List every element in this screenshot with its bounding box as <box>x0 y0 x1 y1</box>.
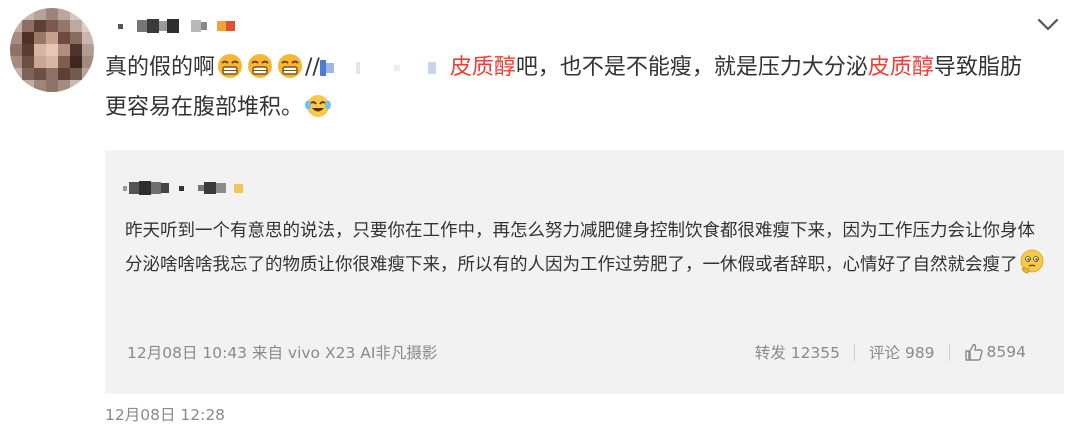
quoted-username-blurred[interactable] <box>123 179 243 197</box>
thinking-face-emoji <box>1019 249 1045 287</box>
username-blurred[interactable] <box>118 16 235 36</box>
quoted-post-source: 12月08日 10:43 来自 vivo X23 AI非凡摄影 <box>127 344 438 362</box>
chevron-down-icon[interactable] <box>1037 18 1059 32</box>
repost-button[interactable]: 转发 12355 <box>755 341 840 363</box>
grimacing-emoji <box>246 53 274 90</box>
topic-keyword-link-2[interactable]: 皮质醇 <box>868 55 934 80</box>
laughing-tears-emoji <box>304 93 332 130</box>
quoted-post[interactable]: 昨天听到一个有意思的说法，只要你在工作中，再怎么努力减肥健身控制饮食都很难瘦下来… <box>105 150 1064 394</box>
post-text-mid: 吧，也不是不能瘦，就是压力大分泌 <box>515 55 868 80</box>
post-text-start: 真的假的啊 <box>105 55 216 80</box>
comment-button[interactable]: 评论 989 <box>869 341 935 363</box>
quoted-post-body: 昨天听到一个有意思的说法，只要你在工作中，再怎么努力减肥健身控制饮食都很难瘦下来… <box>125 221 1035 275</box>
post-timestamp[interactable]: 12月08日 12:28 <box>105 403 225 425</box>
avatar[interactable] <box>10 8 94 92</box>
mention-username-blurred[interactable] <box>319 60 450 76</box>
quoted-post-text: 昨天听到一个有意思的说法，只要你在工作中，再怎么努力减肥健身控制饮食都很难瘦下来… <box>125 214 1050 287</box>
topic-keyword-link[interactable]: 皮质醇 <box>450 55 516 80</box>
post-text: 真的假的啊//皮质醇吧，也不是不能瘦，就是压力大分泌皮质醇导致脂肪更容易在腹部堆… <box>105 50 1040 130</box>
quoted-post-actions: 转发 12355 评论 989 8594 <box>755 340 1026 364</box>
divider <box>854 343 856 361</box>
grimacing-emoji <box>216 53 244 90</box>
divider <box>948 343 950 361</box>
grimacing-emoji <box>276 53 304 90</box>
like-count: 8594 <box>986 343 1026 361</box>
repost-separator: // <box>305 55 320 80</box>
like-button[interactable]: 8594 <box>964 342 1026 362</box>
thumbs-up-icon <box>964 343 983 361</box>
